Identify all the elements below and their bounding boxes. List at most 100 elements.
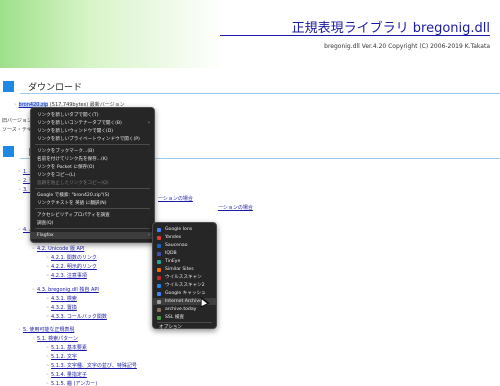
toc-item-label: 5.1.5. 錨 (アンカー) bbox=[50, 381, 98, 386]
context-menu-item[interactable]: Flagfox › bbox=[31, 232, 154, 239]
toc-item-label: 4.3. bregonig.dll 独自 API bbox=[36, 287, 99, 293]
context-menu-item[interactable]: 名前を付けてリンク先を保存...(K) bbox=[31, 156, 154, 163]
bullet: ◦ bbox=[46, 345, 49, 351]
bullet: ◦ bbox=[46, 273, 49, 279]
bullet: ◦ bbox=[18, 169, 21, 175]
context-menu-item[interactable]: 調査(Q) bbox=[31, 220, 154, 227]
menu-item-label: Similar Sites bbox=[165, 267, 194, 272]
toc-item[interactable]: ◦ 4.3.1. 検索 bbox=[46, 295, 77, 302]
toc-item[interactable]: ◦ 5. 使用可能な正規表現 bbox=[18, 326, 74, 333]
section-rule bbox=[20, 93, 500, 94]
menu-item-label: 追跡を防止したリンクをコピー(Q) bbox=[37, 181, 109, 186]
toc-item-label: 5.1.4. 量指定子 bbox=[50, 372, 87, 378]
bullet: ◦ bbox=[32, 336, 35, 342]
toc-item-label: 5.1.1. 基本要素 bbox=[50, 345, 87, 351]
toc-item[interactable]: ◦ 4.3.3. コールバック関数 bbox=[46, 313, 107, 320]
download-heading: ダウンロード bbox=[0, 80, 500, 94]
context-menu-item[interactable]: 追跡を防止したリンクをコピー(Q) bbox=[31, 180, 154, 187]
menu-item-label: リンクをコピー(L) bbox=[37, 173, 76, 178]
toc-item[interactable]: ◦ 4.3. bregonig.dll 独自 API bbox=[32, 286, 99, 293]
toc-item[interactable]: ◦ 5.1.4. 量指定子 bbox=[46, 371, 87, 378]
flagfox-menu-item[interactable]: Yandex bbox=[153, 234, 216, 241]
toc-item-label: 4.3.2. 置換 bbox=[50, 305, 77, 311]
menu-separator bbox=[35, 208, 150, 209]
flagfox-menu-item[interactable]: Similar Sites bbox=[153, 266, 216, 273]
flagfox-menu-item[interactable]: ウイルススキャン2 bbox=[153, 282, 216, 289]
context-menu-item[interactable]: リンクを新しいプライベートウィンドウで開く(P) bbox=[31, 136, 154, 143]
flagfox-menu-item[interactable]: TinEye bbox=[153, 258, 216, 265]
bullet: ◦ bbox=[18, 187, 21, 193]
toc-item[interactable]: ◦ 4.2. Unicode 版 API bbox=[32, 245, 84, 252]
toc-item-label: 5.1.2. 文字 bbox=[50, 354, 77, 360]
menu-item-label: IQDB bbox=[165, 251, 177, 256]
service-icon bbox=[157, 299, 161, 304]
flagfox-menu-item[interactable]: ウイルススキャン bbox=[153, 274, 216, 281]
version-line: bregonig.dll Ver.4.20 Copyright (C) 2006… bbox=[324, 43, 490, 50]
service-icon bbox=[157, 243, 161, 248]
menu-item-label: リンクを新しいプライベートウィンドウで開く(P) bbox=[37, 137, 140, 142]
toc-item[interactable]: ◦ 4.2.2. 明示的リンク bbox=[46, 263, 97, 270]
context-menu-item[interactable]: Google で検索: "bron420.zip"(S) bbox=[31, 192, 154, 199]
toc-item[interactable]: ◦ 5.1.5. 錨 (アンカー) bbox=[46, 380, 97, 386]
bullet: ◦ bbox=[46, 314, 49, 320]
service-icon bbox=[157, 235, 161, 240]
flagfox-menu-item[interactable]: IQDB bbox=[153, 250, 216, 257]
context-menu-item[interactable]: リンクを新しいタブで開く(T) bbox=[31, 112, 154, 119]
bullet: ◦ bbox=[18, 327, 21, 333]
menu-item-label: Google Ions bbox=[165, 227, 193, 232]
toc-item-label: 4.2.1. 関数のリンク bbox=[50, 255, 97, 261]
toc-item-label: 5.1. 検索パターン bbox=[36, 336, 78, 342]
bullet: ◦ bbox=[46, 255, 49, 261]
context-menu-item[interactable]: アクセシビリティプロパティを調査 bbox=[31, 212, 154, 219]
toc-item-tail[interactable]: ーションの場合 bbox=[218, 204, 253, 211]
context-menu-item[interactable]: リンクを新しいウィンドウで開く(D) bbox=[31, 128, 154, 135]
toc-item[interactable]: ◦ 4.2.3. 注意事項 bbox=[46, 272, 87, 279]
menu-separator bbox=[35, 188, 150, 189]
toc-item[interactable]: ◦ 4.3.2. 置換 bbox=[46, 304, 77, 311]
service-icon bbox=[157, 307, 161, 312]
context-menu-item[interactable]: リンクテキストを 英語 に翻訳(N) bbox=[31, 200, 154, 207]
toc-item[interactable]: ◦ 5.1.2. 文字 bbox=[46, 353, 77, 360]
section-marker bbox=[3, 146, 14, 157]
menu-item-label: archive.today bbox=[165, 307, 197, 312]
service-icon bbox=[157, 283, 161, 288]
menu-item-label: リンクを Pocket に保存(O) bbox=[37, 165, 95, 170]
flagfox-menu-item[interactable]: Google Ions bbox=[153, 226, 216, 233]
bullet: ◦ bbox=[18, 227, 21, 233]
toc-item[interactable]: ◦ 4.2.1. 関数のリンク bbox=[46, 254, 97, 261]
toc-item[interactable]: ◦ 5.1.3. 文字種、文字の並び、特殊記号 bbox=[46, 362, 137, 369]
bullet: ◦ bbox=[46, 363, 49, 369]
context-menu-item[interactable]: リンクをブックマーク...(B) bbox=[31, 148, 154, 155]
bullet: ◦ bbox=[46, 296, 49, 302]
page-title: 正規表現ライブラリ bregonig.dll bbox=[291, 21, 490, 36]
context-menu-item[interactable]: リンクを新しいコンテナータブで開く(B) › bbox=[31, 120, 154, 127]
menu-item-label: Saucenao bbox=[165, 243, 188, 248]
toc-item-label: 4.2.2. 明示的リンク bbox=[50, 264, 97, 270]
menu-separator bbox=[35, 228, 150, 229]
service-icon bbox=[157, 275, 161, 280]
bullet: ◦ bbox=[32, 246, 35, 252]
flagfox-menu-item[interactable]: archive.today bbox=[153, 306, 216, 313]
flagfox-menu-item[interactable]: SSL 検査 bbox=[153, 314, 216, 321]
menu-item-label: ウイルススキャン2 bbox=[165, 283, 205, 288]
menu-item-label: 名前を付けてリンク先を保存...(K) bbox=[37, 157, 108, 162]
menu-item-label: SSL 検査 bbox=[165, 315, 185, 320]
flagfox-menu-item[interactable]: Saucenao bbox=[153, 242, 216, 249]
bullet: ◦ bbox=[46, 264, 49, 270]
flagfox-menu-item[interactable]: オプション bbox=[153, 324, 216, 331]
menu-item-label: リンクをブックマーク...(B) bbox=[37, 149, 95, 154]
context-menu-item[interactable]: リンクをコピー(L) bbox=[31, 172, 154, 179]
toc-item[interactable]: ◦ 5.1. 検索パターン bbox=[32, 335, 78, 342]
menu-item-label: アクセシビリティプロパティを調査 bbox=[37, 213, 110, 218]
menu-separator bbox=[35, 144, 150, 145]
toc-item[interactable]: ◦ 5.1.1. 基本要素 bbox=[46, 344, 87, 351]
bullet: ◦ bbox=[14, 102, 19, 108]
menu-item-label: ウイルススキャン bbox=[165, 275, 202, 280]
toc-item-label: 4.3.1. 検索 bbox=[50, 296, 77, 302]
context-menu-item[interactable]: リンクを Pocket に保存(O) bbox=[31, 164, 154, 171]
menu-item-label: Flagfox bbox=[37, 233, 54, 238]
toc-item-tail[interactable]: ーションの場合 bbox=[158, 195, 193, 202]
service-icon bbox=[157, 291, 161, 296]
bullet: ◦ bbox=[18, 178, 21, 184]
toc-item-label: 5. 使用可能な正規表現 bbox=[22, 327, 75, 333]
